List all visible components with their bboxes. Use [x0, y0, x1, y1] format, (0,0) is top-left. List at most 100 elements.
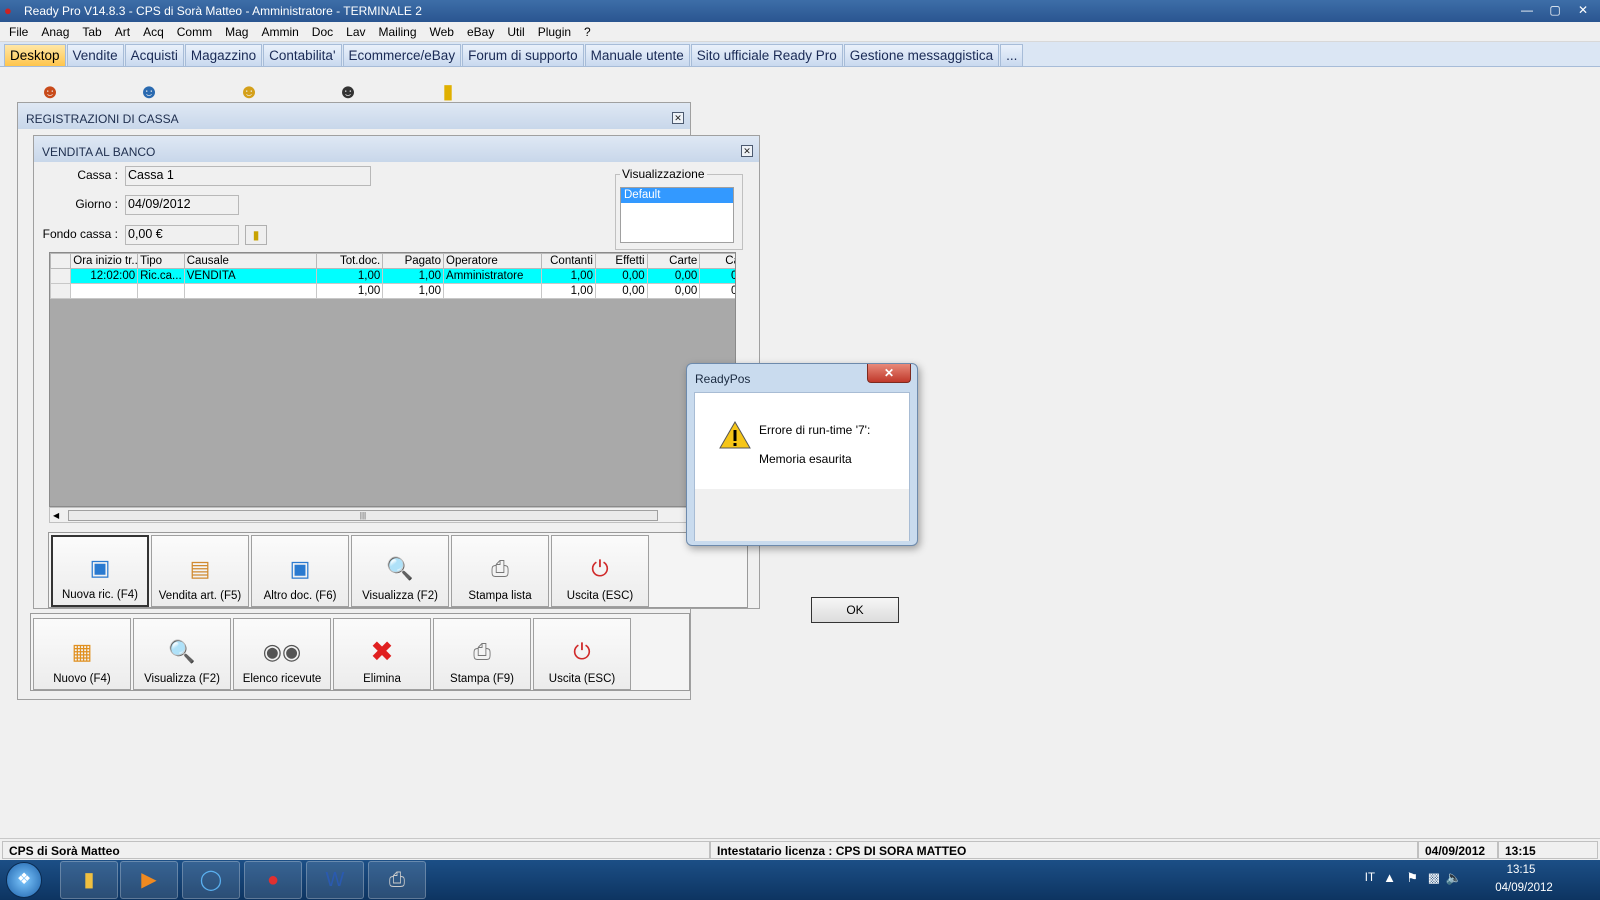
clock-date[interactable]: 04/09/2012 — [1486, 882, 1562, 894]
elenco-ricevute-button[interactable]: ◉◉ Elenco ricevute — [233, 618, 331, 690]
menu-art[interactable]: Art — [110, 25, 138, 39]
scroll-left-icon[interactable]: ◀ — [53, 508, 59, 523]
col-contanti[interactable]: Contanti — [541, 253, 596, 269]
vendita-articolo-button[interactable]: ▤ Vendita art. (F5) — [151, 535, 249, 607]
dialog-close-button[interactable]: ✕ — [867, 364, 911, 383]
minimize-button[interactable]: — — [1514, 1, 1540, 19]
tab-desktop[interactable]: Desktop — [4, 44, 66, 66]
view-document-icon: 🔍 — [168, 639, 196, 664]
notebook-icon[interactable]: ▮ — [435, 80, 461, 104]
menu-lav[interactable]: Lav — [341, 25, 373, 39]
col-causale[interactable]: Causale — [183, 253, 318, 269]
error-dialog: ReadyPos ✕ Errore di run-time '7': Memor… — [686, 363, 918, 623]
menu-ebay[interactable]: eBay — [462, 25, 502, 39]
receipts-grid: Ora inizio tr... Tipo Causale Tot.doc. P… — [49, 252, 736, 507]
col-carte[interactable]: Carte — [646, 253, 701, 269]
menu-file[interactable]: File — [4, 25, 36, 39]
window-title: Ready Pro V14.8.3 - CPS di Sorà Matteo -… — [24, 4, 422, 18]
close-button[interactable]: ✕ — [1570, 1, 1596, 19]
explorer-taskbar-icon[interactable]: ▮ — [60, 861, 118, 899]
maximize-button[interactable]: ▢ — [1542, 1, 1568, 19]
show-hidden-icons-icon[interactable]: ▲ — [1383, 870, 1396, 885]
registrazioni-close-button[interactable]: ✕ — [672, 112, 684, 124]
visualizzazione-list[interactable]: Default — [620, 187, 734, 243]
fondo-cassa-field[interactable]: 0,00 € — [125, 225, 239, 245]
uscita-button[interactable]: ⏻ Uscita (ESC) — [533, 618, 631, 690]
vendita-uscita-button[interactable]: ⏻ Uscita (ESC) — [551, 535, 649, 607]
menu-mag[interactable]: Mag — [220, 25, 256, 39]
tab-forum[interactable]: Forum di supporto — [462, 44, 584, 66]
tab-ecommerce[interactable]: Ecommerce/eBay — [342, 44, 462, 66]
media-player-taskbar-icon[interactable]: ▶ — [120, 861, 178, 899]
visualizzazione-label: Visualizzazione — [620, 167, 707, 181]
tab-messaggistica[interactable]: Gestione messaggistica — [843, 44, 1000, 66]
operator-icon[interactable]: ☻ — [335, 80, 361, 104]
visualizzazione-default-item[interactable]: Default — [621, 188, 733, 203]
menu-tab[interactable]: Tab — [77, 25, 109, 39]
dialog-body: Errore di run-time '7': Memoria esaurita… — [694, 392, 910, 623]
col-operatore[interactable]: Operatore — [443, 253, 543, 269]
nuova-ricevuta-button[interactable]: ▣ Nuova ric. (F4) — [51, 535, 149, 607]
tab-manuale[interactable]: Manuale utente — [584, 44, 690, 66]
tab-more[interactable]: ... — [1000, 44, 1024, 66]
elimina-button[interactable]: ✖ Elimina — [333, 618, 431, 690]
windows-logo-icon: ❖ — [16, 871, 32, 888]
language-indicator[interactable]: IT — [1365, 872, 1375, 884]
menu-acq[interactable]: Acq — [138, 25, 172, 39]
col-totdoc[interactable]: Tot.doc. — [316, 253, 384, 269]
internet-explorer-taskbar-icon[interactable]: ◯ — [182, 861, 240, 899]
nuovo-button[interactable]: ▦ Nuovo (F4) — [33, 618, 131, 690]
folder-icon[interactable]: ▮ — [245, 225, 267, 245]
col-cart[interactable]: Cart — [699, 253, 735, 269]
word-taskbar-icon[interactable]: W — [306, 861, 364, 899]
stampa-button[interactable]: ⎙ Stampa (F9) — [433, 618, 531, 690]
table-row[interactable]: 12:02:00 Ric.ca... VENDITA 1,00 1,00 Amm… — [50, 268, 735, 284]
customers-icon[interactable]: ☻ — [37, 80, 63, 104]
menu-web[interactable]: Web — [425, 25, 462, 39]
menu-plugin[interactable]: Plugin — [533, 25, 579, 39]
menu-util[interactable]: Util — [502, 25, 532, 39]
menu-doc[interactable]: Doc — [307, 25, 341, 39]
taskbar: ❖ ▮ ▶ ◯ ● W ⎙ IT ▲ ⚑ ▩ 🔈 13:15 04/09/201… — [0, 860, 1600, 900]
start-button[interactable]: ❖ — [6, 862, 42, 898]
vendita-close-button[interactable]: ✕ — [741, 145, 753, 157]
vendita-visualizza-button[interactable]: 🔍 Visualizza (F2) — [351, 535, 449, 607]
visualizza-button[interactable]: 🔍 Visualizza (F2) — [133, 618, 231, 690]
status-company: CPS di Sorà Matteo — [2, 841, 710, 859]
menu-mailing[interactable]: Mailing — [374, 25, 425, 39]
col-pagato[interactable]: Pagato — [382, 253, 445, 269]
ok-button[interactable]: OK — [811, 597, 899, 623]
tab-contabilita[interactable]: Contabilita' — [263, 44, 342, 66]
ready-pro-taskbar-icon[interactable]: ● — [244, 861, 302, 899]
network-icon[interactable]: ▩ — [1428, 870, 1440, 886]
altro-documento-button[interactable]: ▣ Altro doc. (F6) — [251, 535, 349, 607]
giorno-label: Giorno : — [75, 197, 118, 211]
menu-anag[interactable]: Anag — [36, 25, 77, 39]
stampa-lista-button[interactable]: ⎙ Stampa lista — [451, 535, 549, 607]
registrazioni-title: REGISTRAZIONI DI CASSA — [18, 103, 690, 129]
cassa-field[interactable]: Cassa 1 — [125, 166, 371, 186]
tab-vendite[interactable]: Vendite — [66, 44, 124, 66]
col-effetti[interactable]: Effetti — [594, 253, 648, 269]
menu-ammin[interactable]: Ammin — [256, 25, 306, 39]
tab-magazzino[interactable]: Magazzino — [184, 44, 263, 66]
tab-sito[interactable]: Sito ufficiale Ready Pro — [690, 44, 843, 66]
giorno-field[interactable]: 04/09/2012 — [125, 195, 239, 215]
volume-icon[interactable]: 🔈 — [1446, 870, 1462, 886]
flag-icon[interactable]: ⚑ — [1406, 870, 1418, 886]
dialog-footer: OK — [695, 489, 909, 623]
clock-time[interactable]: 13:15 — [1486, 864, 1556, 876]
readypos-taskbar-icon[interactable]: ⎙ — [368, 861, 426, 899]
menu-comm[interactable]: Comm — [172, 25, 220, 39]
agents-icon[interactable]: ☻ — [236, 80, 262, 104]
col-tipo[interactable]: Tipo — [137, 253, 185, 269]
users-icon[interactable]: ☻ — [136, 80, 162, 104]
status-time: 13:15 — [1498, 841, 1598, 859]
horizontal-scrollbar[interactable]: ◀ ||| — [49, 507, 736, 523]
tab-bar: Desktop Vendite Acquisti Magazzino Conta… — [0, 42, 1600, 67]
scroll-thumb[interactable]: ||| — [68, 510, 658, 521]
menu-help[interactable]: ? — [579, 25, 599, 39]
tab-acquisti[interactable]: Acquisti — [124, 44, 184, 66]
title-bar: ● Ready Pro V14.8.3 - CPS di Sorà Matteo… — [0, 0, 1600, 22]
col-ora[interactable]: Ora inizio tr... — [70, 253, 139, 269]
